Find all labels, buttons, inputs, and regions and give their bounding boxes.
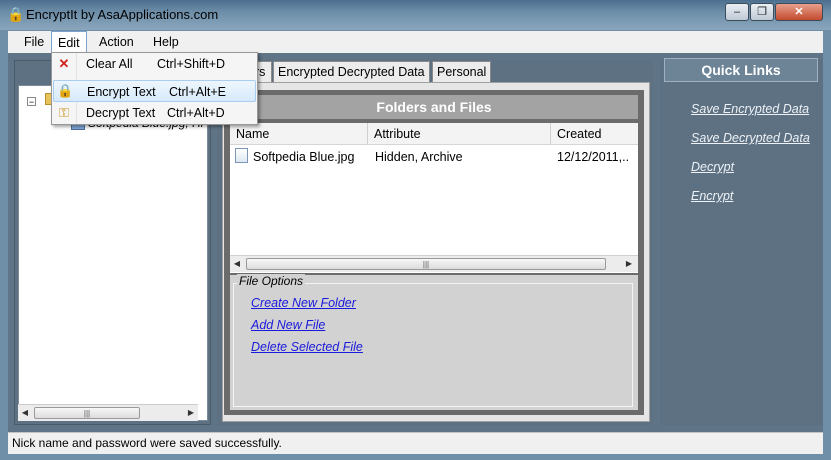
create-new-folder-link[interactable]: Create New Folder bbox=[251, 296, 356, 310]
menu-item-shortcut: Ctrl+Alt+E bbox=[169, 85, 226, 99]
save-decrypted-data-link[interactable]: Save Decrypted Data bbox=[691, 131, 810, 145]
delete-selected-file-link[interactable]: Delete Selected File bbox=[251, 340, 363, 354]
quick-links-header: Quick Links bbox=[664, 58, 818, 82]
restore-button[interactable]: ❐ bbox=[750, 3, 774, 21]
menu-file[interactable]: File bbox=[18, 31, 50, 53]
decrypt-link[interactable]: Decrypt bbox=[691, 160, 734, 174]
menu-item-clear-all[interactable]: ✕ Clear All Ctrl+Shift+D bbox=[53, 53, 256, 75]
folders-and-files-header: Folders and Files bbox=[230, 95, 638, 119]
add-new-file-link[interactable]: Add New File bbox=[251, 318, 325, 332]
red-x-icon: ✕ bbox=[58, 56, 70, 71]
menu-item-shortcut: Ctrl+Alt+D bbox=[167, 106, 225, 120]
key-icon: ⚿ bbox=[59, 105, 69, 120]
scrollbar-thumb[interactable]: ||| bbox=[246, 258, 606, 270]
column-header-name[interactable]: Name bbox=[230, 123, 368, 145]
scroll-left-icon[interactable]: ◀ bbox=[18, 405, 32, 421]
menu-item-label: Clear All bbox=[86, 57, 133, 71]
scrollbar-thumb[interactable]: ||| bbox=[34, 407, 140, 419]
tab-encrypted-decrypted-data[interactable]: Encrypted Decrypted Data bbox=[273, 61, 430, 82]
scroll-right-icon[interactable]: ▶ bbox=[184, 405, 198, 421]
scroll-right-icon[interactable]: ▶ bbox=[622, 256, 636, 272]
menu-item-shortcut: Ctrl+Shift+D bbox=[157, 57, 226, 71]
status-bar: Nick name and password were saved succes… bbox=[8, 432, 823, 454]
column-header-created[interactable]: Created bbox=[551, 123, 638, 145]
menu-item-encrypt-text[interactable]: 🔒 Encrypt Text Ctrl+Alt+E bbox=[53, 80, 256, 102]
tree-horizontal-scrollbar[interactable]: ◀ ||| ▶ bbox=[18, 404, 198, 421]
file-list[interactable] bbox=[230, 123, 638, 273]
folder-tree-view[interactable]: − bbox=[18, 85, 208, 421]
save-encrypted-data-link[interactable]: Save Encrypted Data bbox=[691, 102, 809, 116]
tree-expand-icon[interactable]: − bbox=[27, 97, 36, 107]
tab-personal[interactable]: Personal bbox=[432, 61, 492, 82]
menu-edit[interactable]: Edit bbox=[51, 31, 87, 53]
cell-file-name: Softpedia Blue.jpg bbox=[253, 150, 355, 164]
menu-action[interactable]: Action bbox=[93, 31, 140, 53]
minimize-button[interactable]: – bbox=[725, 3, 749, 21]
document-icon bbox=[235, 148, 248, 163]
lock-icon: 🔒 bbox=[57, 83, 74, 98]
scroll-left-icon[interactable]: ◀ bbox=[230, 256, 244, 272]
file-list-horizontal-scrollbar[interactable]: ◀ ||| ▶ bbox=[230, 255, 638, 272]
menu-item-decrypt-text[interactable]: ⚿ Decrypt Text Ctrl+Alt+D bbox=[53, 102, 256, 124]
app-lock-icon: 🔒 bbox=[7, 6, 25, 22]
menu-bar: File Edit Action Help bbox=[8, 31, 823, 53]
menu-help[interactable]: Help bbox=[147, 31, 185, 53]
file-options-label: File Options bbox=[237, 274, 306, 288]
cell-created: 12/12/2011,.. bbox=[557, 150, 630, 164]
window-title: EncryptIt by AsaApplications.com bbox=[26, 7, 219, 22]
column-header-attribute[interactable]: Attribute bbox=[368, 123, 551, 145]
menu-item-label: Encrypt Text bbox=[87, 85, 156, 99]
encrypt-link[interactable]: Encrypt bbox=[691, 189, 733, 203]
close-button[interactable]: ✕ bbox=[775, 3, 823, 21]
cell-attribute: Hidden, Archive bbox=[375, 150, 463, 164]
menu-item-label: Decrypt Text bbox=[86, 106, 156, 120]
